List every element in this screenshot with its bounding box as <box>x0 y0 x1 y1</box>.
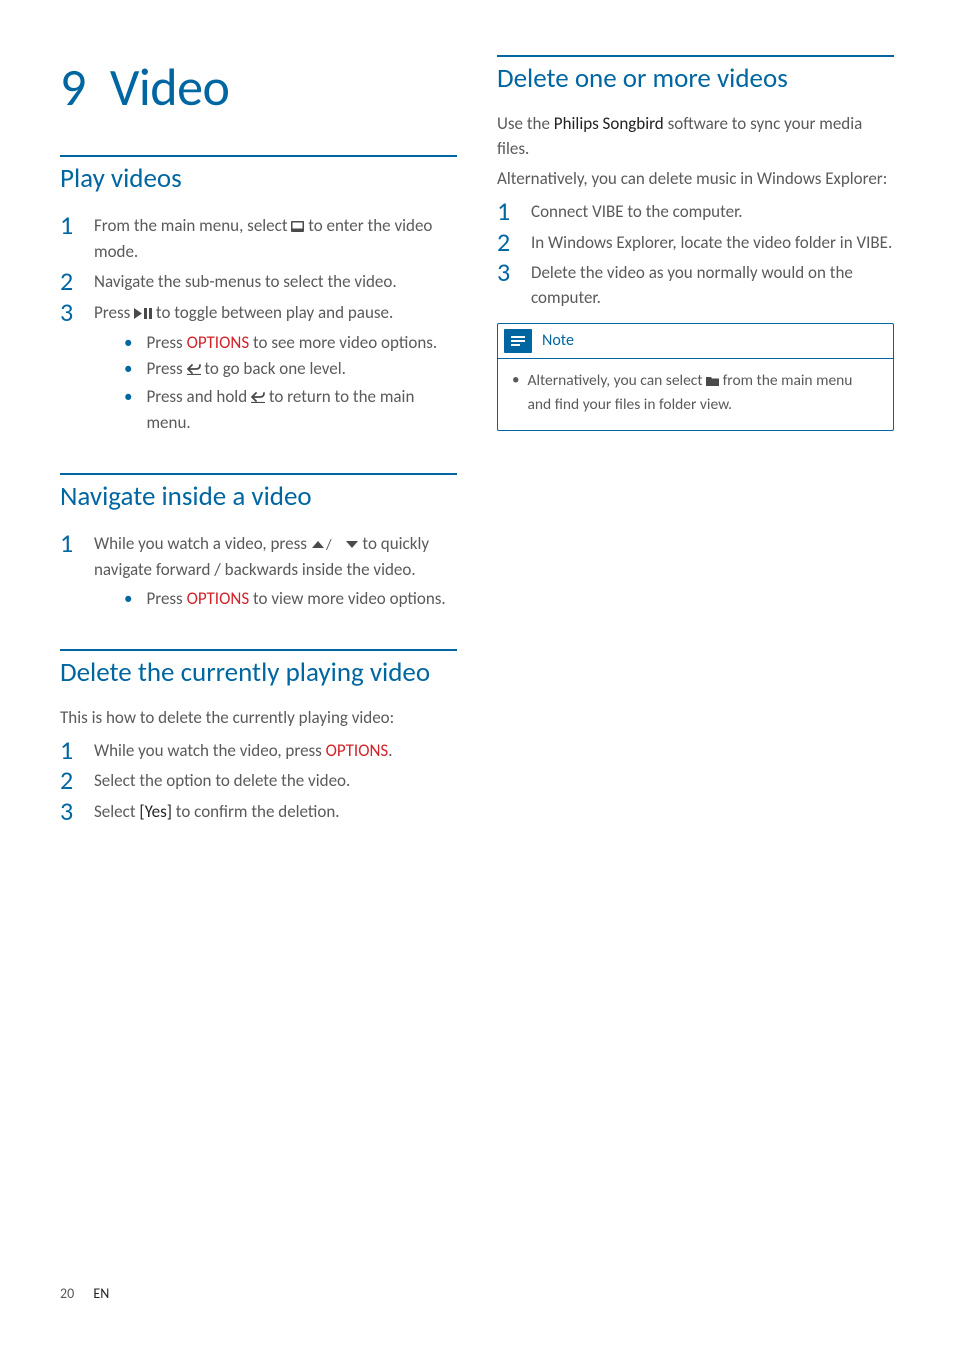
intro-text: This is how to delete the currently play… <box>60 706 457 731</box>
step-number: 3 <box>60 798 94 825</box>
step-text: Navigate the sub-menus to select the vid… <box>94 268 397 295</box>
back-icon <box>251 386 265 411</box>
step-text: While you watch a video, press / to quic… <box>94 530 457 613</box>
page-footer: 20 EN <box>60 1285 109 1302</box>
sub-bullet: • Press OPTIONS to view more video optio… <box>124 587 457 612</box>
bullet-dot: • <box>124 357 132 383</box>
step-item: 1 From the main menu, select to enter th… <box>60 212 457 264</box>
step-item: 2 Select the option to delete the video. <box>60 767 457 794</box>
step-item: 3 Select [Yes] to confirm the deletion. <box>60 798 457 825</box>
step-item: 2 Navigate the sub-menus to select the v… <box>60 268 457 295</box>
note-box: Note • Alternatively, you can select fro… <box>497 323 894 432</box>
bold-text: [Yes] <box>139 801 172 822</box>
bold-text: Philips Songbird <box>554 113 664 134</box>
bullet-text: Press to go back one level. <box>146 357 345 383</box>
section-play-videos: Play videos 1 From the main menu, select… <box>60 155 457 437</box>
section-rule <box>60 649 457 651</box>
step-text: Select the option to delete the video. <box>94 767 350 794</box>
step-number: 2 <box>60 767 94 794</box>
up-down-icon: / <box>311 533 359 558</box>
section-title: Navigate inside a video <box>60 481 457 512</box>
bullet-dot: • <box>512 369 519 417</box>
section-delete-current: Delete the currently playing video This … <box>60 649 457 825</box>
intro-text: Alternatively, you can delete music in W… <box>497 167 894 192</box>
note-label: Note <box>542 331 574 350</box>
steps-list: 1 While you watch a video, press / to qu… <box>60 530 457 613</box>
section-title: Play videos <box>60 163 457 194</box>
step-number: 1 <box>60 212 94 264</box>
back-icon <box>187 358 201 383</box>
step-text: In Windows Explorer, locate the video fo… <box>531 229 892 256</box>
steps-list: 1 Connect VIBE to the computer. 2 In Win… <box>497 198 894 311</box>
step-item: 3 Delete the video as you normally would… <box>497 259 894 310</box>
play-pause-icon <box>134 302 152 327</box>
step-number: 1 <box>60 737 94 764</box>
step-text: Connect VIBE to the computer. <box>531 198 743 225</box>
step-text: While you watch the video, press OPTIONS… <box>94 737 393 764</box>
video-icon <box>291 215 304 240</box>
section-delete-more: Delete one or more videos Use the Philip… <box>497 55 894 431</box>
bullet-dot: • <box>124 587 132 612</box>
step-text: From the main menu, select to enter the … <box>94 212 457 264</box>
sub-bullet: • Press and hold to return to the main m… <box>124 385 457 435</box>
svg-text:/: / <box>325 539 332 550</box>
bullet-text: Press and hold to return to the main men… <box>146 385 457 435</box>
section-rule <box>60 473 457 475</box>
page-lang: EN <box>93 1285 109 1302</box>
options-key: OPTIONS <box>187 588 250 609</box>
step-text: Delete the video as you normally would o… <box>531 259 894 310</box>
note-body: • Alternatively, you can select from the… <box>498 359 893 431</box>
options-key: OPTIONS <box>326 740 389 761</box>
step-item: 1 Connect VIBE to the computer. <box>497 198 894 225</box>
section-rule <box>60 155 457 157</box>
note-icon <box>504 329 532 353</box>
sub-bullet: • Press to go back one level. <box>124 357 457 383</box>
step-number: 2 <box>497 229 531 256</box>
note-text: Alternatively, you can select from the m… <box>527 369 879 417</box>
section-title: Delete the currently playing video <box>60 657 457 688</box>
step-item: 3 Press to toggle between play and pause… <box>60 299 457 437</box>
step-item: 1 While you watch the video, press OPTIO… <box>60 737 457 764</box>
bullet-dot: • <box>124 331 132 356</box>
chapter-number: 9 <box>60 55 86 119</box>
options-key: OPTIONS <box>187 332 250 353</box>
step-number: 3 <box>497 259 531 310</box>
chapter-title-text: Video <box>110 55 230 119</box>
bullet-text: Press OPTIONS to view more video options… <box>146 587 445 612</box>
step-number: 3 <box>60 299 94 437</box>
sub-bullet-list: • Press OPTIONS to view more video optio… <box>94 587 457 612</box>
section-rule <box>497 55 894 57</box>
note-header: Note <box>498 324 893 358</box>
chapter-title: 9 Video <box>60 55 457 119</box>
folder-icon <box>706 370 719 393</box>
steps-list: 1 While you watch the video, press OPTIO… <box>60 737 457 825</box>
section-navigate-video: Navigate inside a video 1 While you watc… <box>60 473 457 613</box>
section-title: Delete one or more videos <box>497 63 894 94</box>
step-text: Press to toggle between play and pause. … <box>94 299 457 437</box>
bullet-text: Press OPTIONS to see more video options. <box>146 331 437 356</box>
steps-list: 1 From the main menu, select to enter th… <box>60 212 457 437</box>
step-number: 1 <box>497 198 531 225</box>
sub-bullet: • Press OPTIONS to see more video option… <box>124 331 457 356</box>
intro-text: Use the Philips Songbird software to syn… <box>497 112 894 161</box>
step-number: 1 <box>60 530 94 613</box>
step-number: 2 <box>60 268 94 295</box>
step-item: 1 While you watch a video, press / to qu… <box>60 530 457 613</box>
bullet-dot: • <box>124 385 132 435</box>
step-item: 2 In Windows Explorer, locate the video … <box>497 229 894 256</box>
sub-bullet-list: • Press OPTIONS to see more video option… <box>94 331 457 436</box>
page-number: 20 <box>60 1285 74 1302</box>
step-text: Select [Yes] to confirm the deletion. <box>94 798 340 825</box>
